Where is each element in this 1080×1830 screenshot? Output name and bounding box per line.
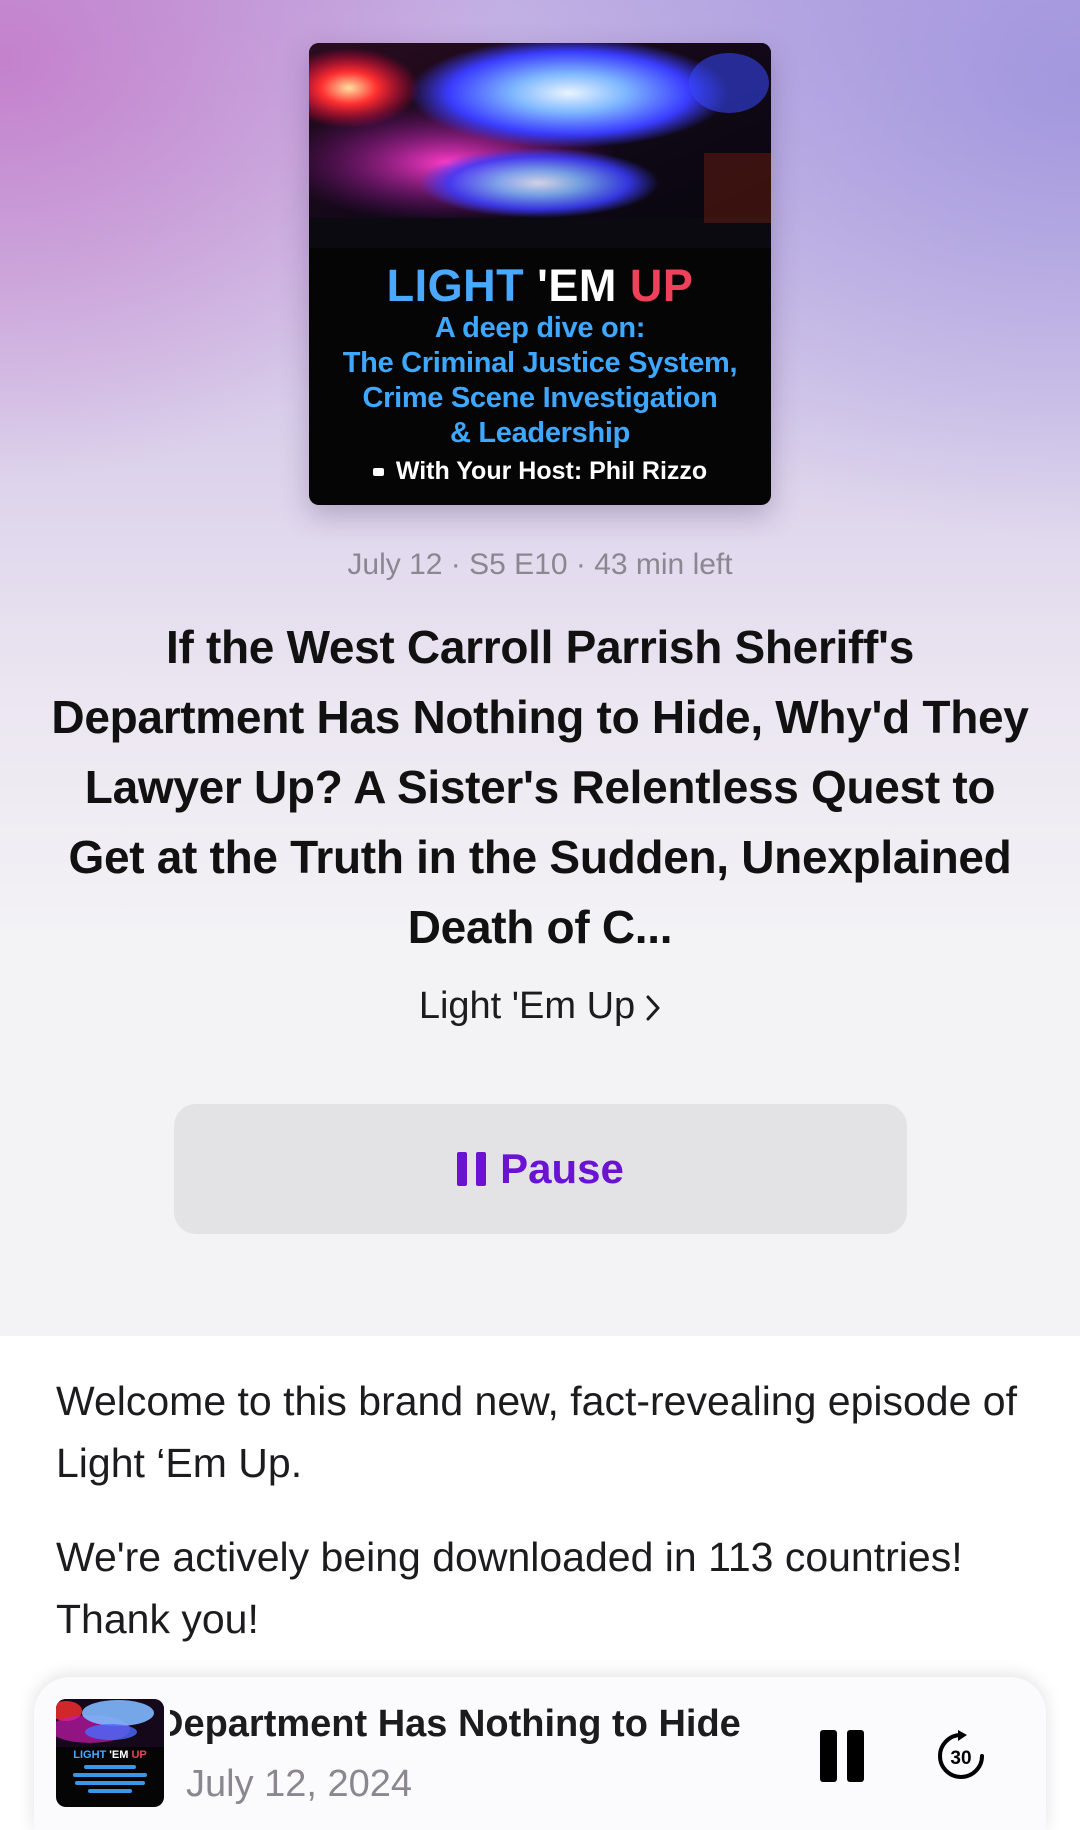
mini-player[interactable]: LIGHT 'EM UP Department Has Nothing to H… — [34, 1677, 1046, 1830]
show-name: Light 'Em Up — [418, 985, 636, 1027]
mini-artwork-title: LIGHT 'EM UP — [56, 1749, 164, 1793]
mini-artwork-line — [75, 1781, 145, 1785]
artwork-host: With Your Host: Phil Rizzo — [309, 453, 771, 489]
artwork-title: LIGHT 'EM UP — [309, 261, 771, 311]
show-link[interactable]: Light 'Em Up — [0, 985, 1080, 1028]
mini-artwork-title-word-3: UP — [131, 1749, 147, 1761]
artwork-title-word-1: LIGHT — [386, 260, 525, 311]
mini-police-lights-photo — [56, 1699, 164, 1747]
bullet-icon — [372, 468, 384, 477]
mini-artwork-line — [88, 1789, 132, 1793]
mini-artwork-title-word-2: 'EM — [109, 1749, 129, 1761]
description-paragraph-2: We're actively being downloaded in 113 c… — [56, 1534, 963, 1642]
artwork-title-word-2: 'EM — [537, 260, 617, 311]
skip-seconds-label: 30 — [950, 1748, 971, 1769]
mini-player-date: July 12, 2024 — [186, 1763, 413, 1805]
artwork-text: LIGHT 'EM UP A deep dive on: The Crimina… — [309, 261, 771, 489]
artwork-line-2: The Criminal Justice System, — [342, 347, 738, 379]
mini-player-artwork[interactable]: LIGHT 'EM UP — [56, 1699, 164, 1807]
mini-artwork-line — [84, 1765, 136, 1769]
mini-player-title: Department Has Nothing to Hide — [170, 1703, 741, 1745]
artwork-line-4: & Leadership — [449, 417, 631, 449]
pause-button-label: Pause — [500, 1145, 624, 1192]
skip-forward-30-button[interactable]: 30 — [934, 1729, 988, 1783]
pause-icon — [457, 1152, 487, 1186]
mini-artwork-line — [73, 1773, 147, 1777]
mini-pause-button[interactable] — [820, 1730, 864, 1782]
episode-description: Welcome to this brand new, fact-revealin… — [56, 1370, 1036, 1682]
episode-title: If the West Carroll Parrish Sheriff's De… — [51, 621, 1029, 953]
podcast-artwork[interactable]: LIGHT 'EM UP A deep dive on: The Crimina… — [309, 43, 771, 505]
mini-artwork-title-word-1: LIGHT — [73, 1749, 107, 1761]
mini-player-title-marquee[interactable]: Department Has Nothing to Hide — [170, 1699, 818, 1749]
skip-forward-arrow-icon — [958, 1730, 967, 1741]
description-paragraph-1: Welcome to this brand new, fact-revealin… — [56, 1378, 1017, 1486]
artwork-line-1: A deep dive on: — [434, 312, 646, 344]
artwork-title-word-3: UP — [629, 260, 694, 311]
episode-meta: July 12 · S5 E10 · 43 min left — [347, 548, 733, 581]
artwork-host-text: With Your Host: Phil Rizzo — [395, 457, 708, 485]
chevron-right-icon — [646, 995, 660, 1021]
marquee-fade — [758, 1699, 818, 1749]
pause-button[interactable]: Pause — [174, 1104, 907, 1234]
artwork-line-3: Crime Scene Investigation — [362, 382, 718, 414]
police-lights-photo — [309, 43, 771, 248]
